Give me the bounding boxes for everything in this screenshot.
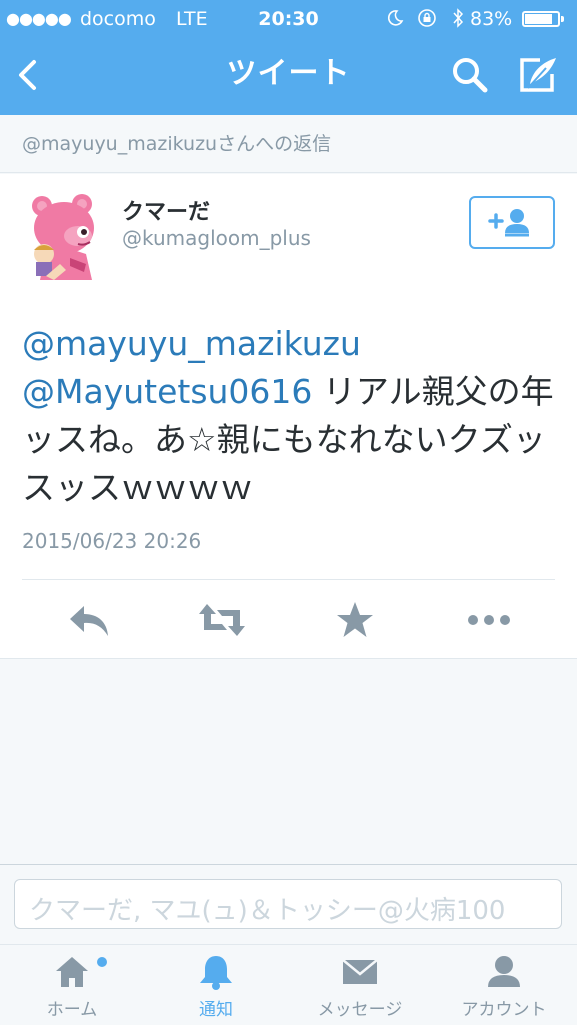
status-icons: [386, 0, 465, 38]
tab-home[interactable]: ホーム: [0, 945, 144, 1025]
search-button[interactable]: [448, 54, 492, 96]
favorite-button[interactable]: [335, 598, 375, 642]
avatar-bear-image: [32, 194, 94, 280]
tab-messages[interactable]: メッセージ: [288, 945, 432, 1025]
status-bar: ●●●●● docomo LTE 20:30 83%: [0, 0, 577, 38]
reply-placeholder: クマーだ, マユ(ュ)＆トッシー@火病100: [29, 896, 506, 926]
compose-icon: [520, 58, 556, 92]
retweet-icon: [199, 604, 245, 636]
follow-button[interactable]: [469, 196, 555, 249]
tab-label: 通知: [199, 1000, 233, 1020]
app-header: ●●●●● docomo LTE 20:30 83% ツイート: [0, 0, 577, 115]
favorite-star-icon: [337, 602, 373, 637]
battery-percent: 83%: [470, 8, 513, 30]
person-icon: [488, 956, 520, 987]
avatar[interactable]: [26, 192, 104, 280]
tab-bar: ホーム 通知 メッセージ アカウント: [0, 944, 577, 1024]
search-icon: [453, 58, 488, 93]
reply-context-bar[interactable]: @mayuyu_mazikuzuさんへの返信: [0, 115, 577, 173]
tab-notifications[interactable]: 通知: [144, 945, 288, 1025]
mention-link[interactable]: @Mayutetsu0616: [22, 372, 312, 411]
mention-link[interactable]: @mayuyu_mazikuzu: [22, 324, 361, 363]
home-icon: [56, 957, 88, 987]
envelope-icon: [342, 959, 378, 984]
bell-icon: [200, 956, 232, 990]
tab-label: ホーム: [46, 1000, 98, 1020]
notification-dot: [97, 957, 107, 967]
add-user-icon: [488, 209, 529, 237]
rotation-lock-icon: [418, 9, 437, 27]
moon-icon: [387, 10, 404, 26]
battery-icon: [522, 11, 564, 27]
divider: [22, 579, 555, 580]
tweet-timestamp: 2015/06/23 20:26: [22, 529, 202, 553]
bluetooth-icon: [453, 8, 463, 28]
reply-compose-bar: クマーだ, マユ(ュ)＆トッシー@火病100: [0, 864, 577, 944]
retweet-button[interactable]: [197, 598, 247, 642]
tab-label: メッセージ: [317, 1000, 403, 1020]
reply-context-text: @mayuyu_mazikuzuさんへの返信: [22, 133, 332, 155]
user-display-name[interactable]: クマーだ: [122, 194, 210, 226]
reply-input[interactable]: クマーだ, マユ(ュ)＆トッシー@火病100: [14, 879, 562, 929]
tab-account[interactable]: アカウント: [432, 945, 576, 1025]
more-button[interactable]: [465, 598, 513, 642]
reply-button[interactable]: [66, 598, 112, 642]
more-icon: [468, 615, 510, 625]
user-handle[interactable]: @kumagloom_plus: [122, 226, 311, 250]
compose-button[interactable]: [516, 54, 560, 96]
tab-label: アカウント: [461, 1000, 547, 1020]
reply-icon: [70, 606, 108, 636]
tweet-detail: クマーだ @kumagloom_plus @mayuyu_mazikuzu @Ma…: [0, 174, 577, 659]
tweet-text: @mayuyu_mazikuzu @Mayutetsu0616 リアル親父の年ッス…: [22, 320, 562, 512]
